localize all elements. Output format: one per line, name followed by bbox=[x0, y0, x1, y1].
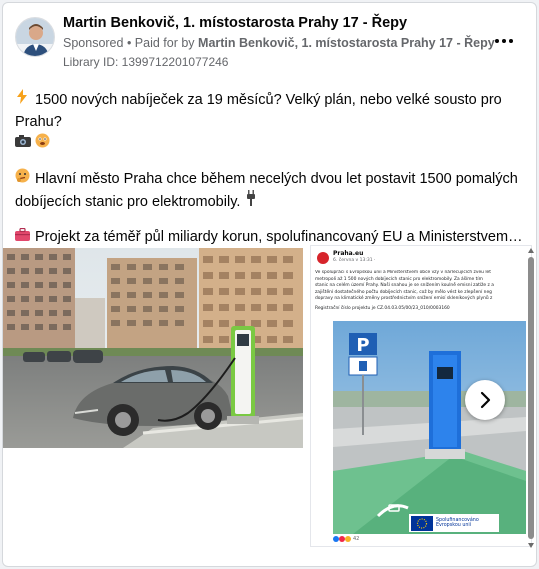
repost-text-line: Ve spolupráci s Evropskou unií a Ministe… bbox=[315, 270, 491, 275]
charging-station-photo: P bbox=[333, 321, 526, 534]
repost-text-line: dopravy na klimatické změny prostřednict… bbox=[315, 296, 493, 302]
page-avatar[interactable] bbox=[15, 17, 55, 57]
worried-face-icon bbox=[35, 133, 50, 155]
sponsored-label: Sponsored bbox=[63, 36, 124, 50]
paid-for-prefix: Paid for by bbox=[134, 36, 199, 50]
post-header: Martin Benkovič, 1. místostarosta Prahy … bbox=[3, 3, 536, 83]
page-name-link[interactable]: Martin Benkovič, 1. místostarosta Prahy … bbox=[63, 15, 407, 31]
paragraph-3-text: Projekt za téměř půl miliardy korun, spo… bbox=[35, 229, 523, 245]
carousel-scrollbar[interactable] bbox=[526, 245, 536, 551]
ad-card: Martin Benkovič, 1. místostarosta Prahy … bbox=[2, 2, 537, 567]
paragraph-1: 1500 nových nabíječek za 19 měsíců? Velk… bbox=[15, 89, 530, 155]
paid-for-name[interactable]: Martin Benkovič, 1. místostarosta Prahy … bbox=[198, 36, 495, 50]
paragraph-2-text: Hlavní město Praha chce během necelých d… bbox=[15, 171, 518, 210]
repost-registration: Registrační číslo projektu je CZ.04.03.0… bbox=[315, 305, 450, 311]
post-text: 1500 nových nabíječek za 19 měsíců? Velk… bbox=[15, 89, 530, 261]
eu-flag-icon bbox=[411, 515, 433, 531]
library-id: Library ID: 1399712201077246 bbox=[63, 55, 229, 69]
more-options-button[interactable] bbox=[492, 33, 516, 49]
carousel-image-1[interactable] bbox=[3, 248, 303, 448]
chevron-right-icon bbox=[480, 391, 491, 409]
haha-reaction-icon bbox=[345, 536, 351, 542]
scroll-down-arrow-icon[interactable] bbox=[528, 543, 534, 548]
repost-text: Ve spolupráci s Evropskou unií a Ministe… bbox=[315, 270, 529, 313]
repost-text-line: stanic na celém území Prahy. Naší snahou… bbox=[315, 283, 494, 289]
lightning-icon bbox=[15, 89, 29, 111]
paragraph-1-text: 1500 nových nabíječek za 19 měsíců? Velk… bbox=[15, 92, 502, 130]
scrollbar-thumb[interactable] bbox=[528, 257, 534, 539]
car-charging-photo bbox=[3, 248, 303, 448]
repost-source-date: 6. června v 13:31 · bbox=[333, 258, 376, 263]
carousel-next-button[interactable] bbox=[465, 380, 505, 420]
media-carousel: Praha.eu 6. června v 13:31 · Ve spoluprá… bbox=[3, 245, 536, 551]
paragraph-2: Hlavní město Praha chce během necelých d… bbox=[15, 168, 530, 213]
reaction-summary: 42 bbox=[333, 536, 359, 542]
reaction-count: 42 bbox=[353, 536, 360, 542]
eu-line-2: Evropskou unií bbox=[436, 523, 472, 528]
more-options-icon bbox=[495, 39, 499, 43]
plug-icon bbox=[244, 190, 258, 213]
separator-dot: • bbox=[123, 36, 135, 50]
scroll-up-arrow-icon[interactable] bbox=[528, 248, 534, 253]
eu-cofinanced-badge: Spolufinancováno Evropskou unií bbox=[409, 514, 499, 532]
repost-source-name: Praha.eu bbox=[333, 250, 364, 257]
thinking-face-icon bbox=[15, 168, 30, 190]
prague-logo-icon bbox=[317, 252, 329, 264]
sponsored-line: Sponsored • Paid for by Martin Benkovič,… bbox=[63, 36, 495, 50]
person-avatar-icon bbox=[16, 18, 54, 56]
svg-text:P: P bbox=[356, 335, 369, 356]
camera-icon bbox=[15, 133, 31, 155]
